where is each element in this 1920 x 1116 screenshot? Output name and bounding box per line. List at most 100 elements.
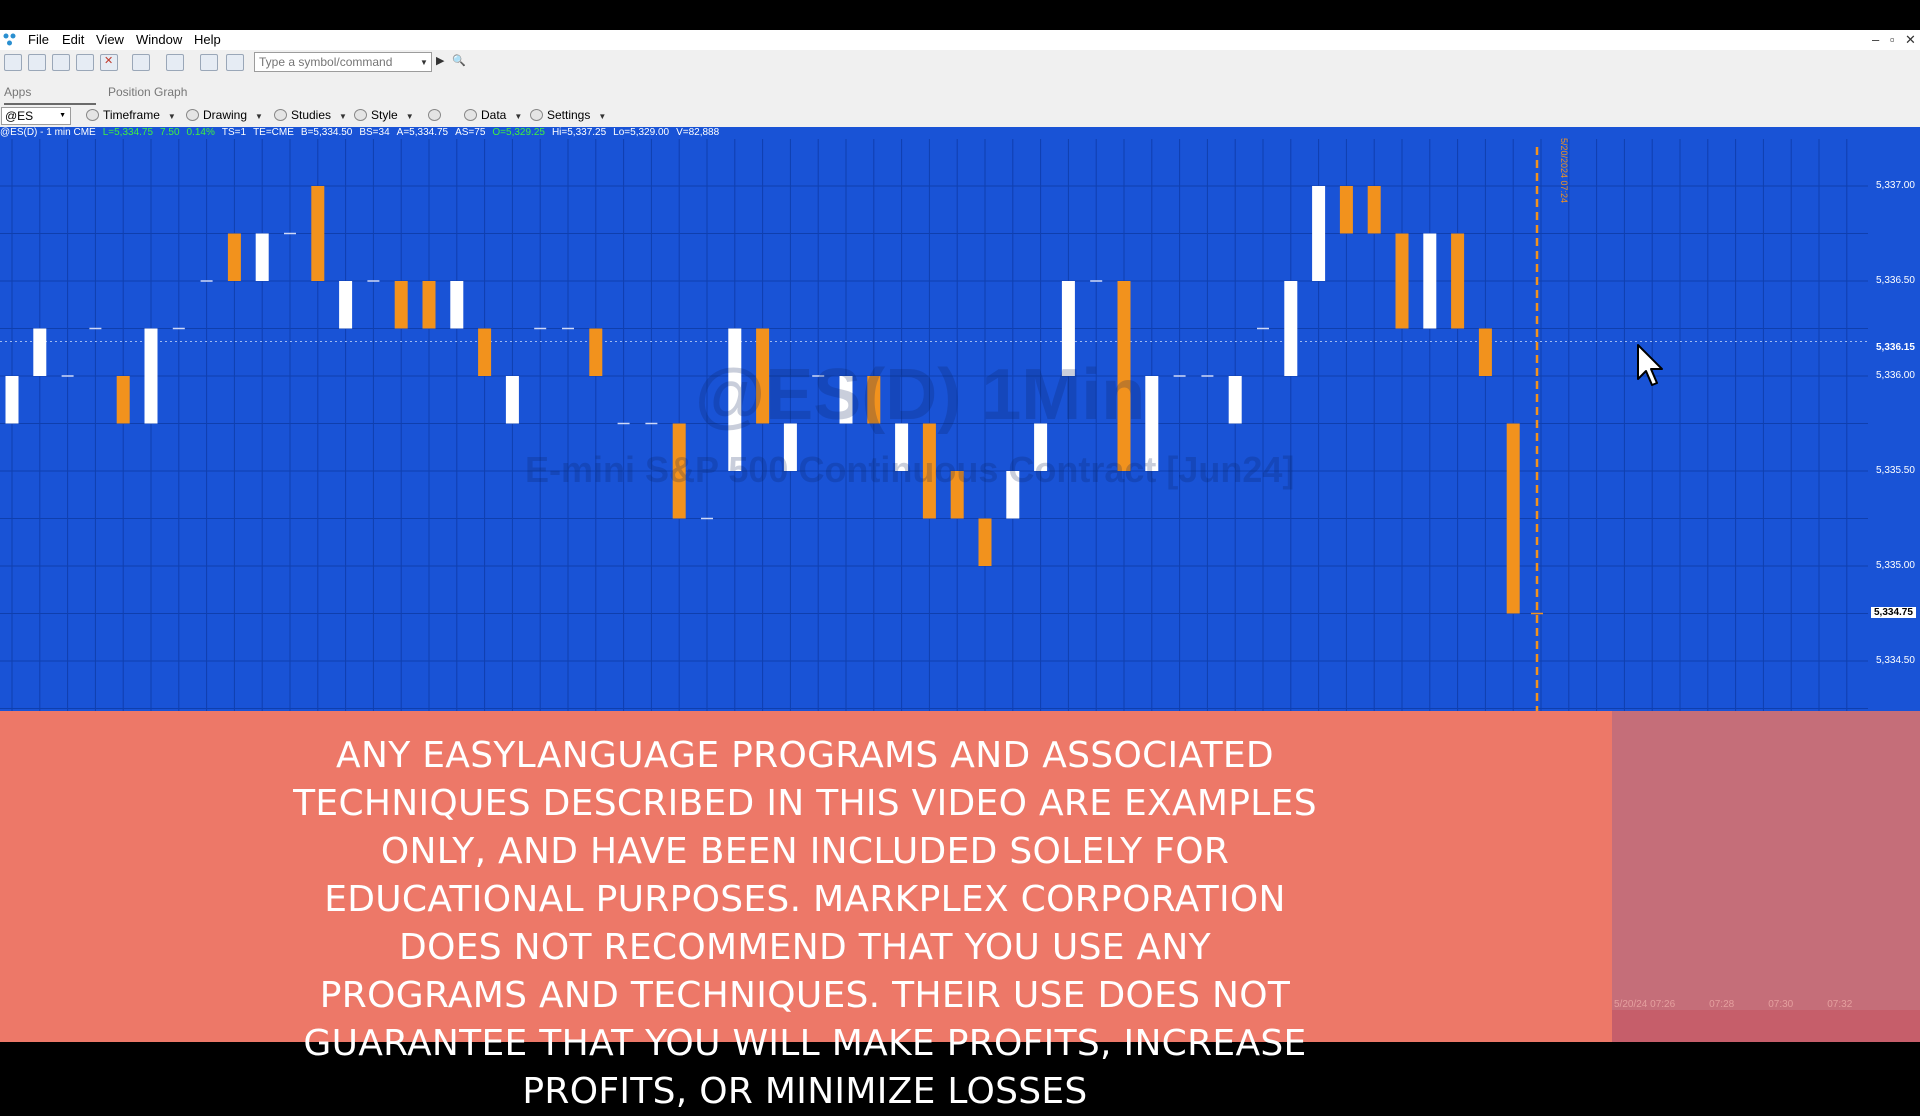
price-bar-down bbox=[227, 233, 241, 281]
menu-bar: File Edit View Window Help – ▫ ✕ bbox=[0, 30, 1920, 50]
link-icon[interactable] bbox=[166, 54, 184, 71]
studies-label: Studies bbox=[291, 108, 332, 122]
time-marker-label: 5/20/2024 07:24 bbox=[1559, 138, 1569, 204]
menu-window[interactable]: Window bbox=[136, 32, 182, 47]
time-axis-label: 07:30 bbox=[1768, 999, 1794, 1010]
symbol-value: @ES bbox=[5, 109, 34, 123]
style-button[interactable]: Style ▼ bbox=[354, 108, 414, 122]
chart-watermark-symbol: @ES(D) 1Min bbox=[695, 355, 1146, 435]
price-bar-up bbox=[144, 328, 158, 424]
price-bar-up bbox=[1312, 186, 1326, 281]
price-bar-down bbox=[394, 281, 408, 329]
symbol-command-input[interactable] bbox=[254, 52, 432, 72]
time-axis-label: 07:28 bbox=[1709, 999, 1735, 1010]
clock-icon bbox=[86, 109, 99, 121]
time-axis-label: 5/20/24 07:26 bbox=[1614, 999, 1676, 1010]
chevron-down-icon: ▼ bbox=[405, 112, 414, 121]
status-symbol-info: @ES(D) - 1 min CME bbox=[0, 127, 96, 138]
price-bar-down bbox=[1451, 233, 1465, 329]
studies-button[interactable]: Studies ▼ bbox=[274, 108, 347, 122]
print-icon[interactable] bbox=[132, 54, 150, 71]
price-bar-up bbox=[1423, 233, 1437, 329]
restore-button[interactable]: ▫ bbox=[1890, 32, 1895, 47]
status-ask-size: AS=75 bbox=[455, 127, 486, 138]
chevron-down-icon: ▼ bbox=[59, 112, 66, 119]
flask-icon bbox=[274, 109, 287, 121]
new-window-icon[interactable] bbox=[4, 54, 22, 71]
command-dropdown-icon[interactable]: ▼ bbox=[420, 58, 428, 67]
drawing-button[interactable]: Drawing ▼ bbox=[186, 108, 263, 122]
gear-icon bbox=[530, 109, 543, 121]
price-bar-down bbox=[1478, 328, 1492, 376]
layout-toggle-button[interactable] bbox=[428, 108, 445, 122]
menu-view[interactable]: View bbox=[96, 32, 124, 47]
close-button[interactable]: ✕ bbox=[1905, 32, 1916, 48]
price-bar-down bbox=[589, 328, 603, 376]
timeframe-label: Timeframe bbox=[103, 108, 160, 122]
symbol-select[interactable]: @ES ▼ bbox=[1, 107, 71, 125]
save-all-icon[interactable] bbox=[76, 54, 94, 71]
price-bar-up bbox=[33, 328, 47, 376]
chevron-down-icon: ▼ bbox=[514, 112, 523, 121]
tradestation-logo-icon bbox=[3, 33, 16, 46]
price-tick-label: 5,335.00 bbox=[1876, 560, 1915, 571]
price-bar-down bbox=[478, 328, 492, 376]
last-price-tag: 5,334.75 bbox=[1871, 607, 1916, 618]
go-arrow-icon[interactable]: ▶ bbox=[436, 54, 444, 67]
price-chart[interactable]: @ES(D) 1Min E-mini S&P 500 Continuous Co… bbox=[0, 139, 1920, 711]
settings-button[interactable]: Settings ▼ bbox=[530, 108, 606, 122]
chevron-down-icon: ▼ bbox=[598, 112, 607, 121]
pencil-icon bbox=[186, 109, 199, 121]
price-bar-down bbox=[978, 518, 992, 566]
current-price-label: 5,336.15 bbox=[1876, 342, 1915, 353]
search-icon[interactable]: 🔍 bbox=[452, 54, 466, 67]
status-high: Hi=5,337.25 bbox=[551, 127, 607, 138]
price-bar-up bbox=[505, 376, 519, 424]
grid-icon[interactable] bbox=[200, 54, 218, 71]
status-ts: TS=1 bbox=[221, 127, 247, 138]
status-last: L=5,334.75 bbox=[102, 127, 154, 138]
network-icon[interactable] bbox=[226, 54, 244, 71]
price-tick-label: 5,336.50 bbox=[1876, 275, 1915, 286]
price-bar-up bbox=[450, 281, 464, 329]
chart-watermark-description: E-mini S&P 500 Continuous Contract [Jun2… bbox=[525, 449, 1295, 490]
drawing-label: Drawing bbox=[203, 108, 248, 122]
price-bar-down bbox=[422, 281, 436, 329]
status-bid: B=5,334.50 bbox=[300, 127, 353, 138]
open-workspace-icon[interactable] bbox=[28, 54, 46, 71]
palette-icon bbox=[354, 109, 367, 121]
price-bar-up bbox=[1284, 281, 1298, 376]
price-bar-up bbox=[1228, 376, 1242, 424]
time-axis-label: 07:32 bbox=[1827, 999, 1853, 1010]
price-tick-label: 5,335.50 bbox=[1876, 465, 1915, 476]
menu-file[interactable]: File bbox=[28, 32, 49, 47]
settings-label: Settings bbox=[547, 108, 591, 122]
price-bar-down bbox=[1339, 186, 1353, 234]
minimize-button[interactable]: – bbox=[1872, 32, 1879, 47]
tab-position-graph[interactable]: Position Graph bbox=[108, 85, 187, 99]
price-bar-up bbox=[339, 281, 353, 329]
timeframe-button[interactable]: Timeframe ▼ bbox=[86, 108, 176, 122]
menu-help[interactable]: Help bbox=[194, 32, 221, 47]
price-bar-down bbox=[311, 186, 325, 281]
time-axis-strip bbox=[1612, 1010, 1920, 1042]
close-workspace-icon[interactable] bbox=[100, 54, 118, 71]
style-label: Style bbox=[371, 108, 398, 122]
status-open: O=5,329.25 bbox=[492, 127, 545, 138]
status-change: 7.50 bbox=[160, 127, 180, 138]
price-bar-down bbox=[1367, 186, 1381, 234]
price-bar-up bbox=[255, 233, 269, 281]
status-volume: V=82,888 bbox=[676, 127, 720, 138]
menu-edit[interactable]: Edit bbox=[62, 32, 84, 47]
chevron-down-icon: ▼ bbox=[167, 112, 176, 121]
video-top-border bbox=[0, 0, 1920, 30]
chevron-down-icon: ▼ bbox=[255, 112, 263, 121]
price-tick-label: 5,337.00 bbox=[1876, 180, 1915, 191]
data-bars-icon bbox=[464, 109, 477, 121]
status-low: Lo=5,329.00 bbox=[613, 127, 670, 138]
tradestation-window: File Edit View Window Help – ▫ ✕ ▼ ▶ 🔍 A… bbox=[0, 0, 1920, 1112]
disclaimer-text: ANY EASYLANGUAGE PROGRAMS AND ASSOCIATED… bbox=[293, 735, 1317, 1112]
apps-label[interactable]: Apps bbox=[4, 85, 31, 99]
save-workspace-icon[interactable] bbox=[52, 54, 70, 71]
data-button[interactable]: Data ▼ bbox=[464, 108, 522, 122]
